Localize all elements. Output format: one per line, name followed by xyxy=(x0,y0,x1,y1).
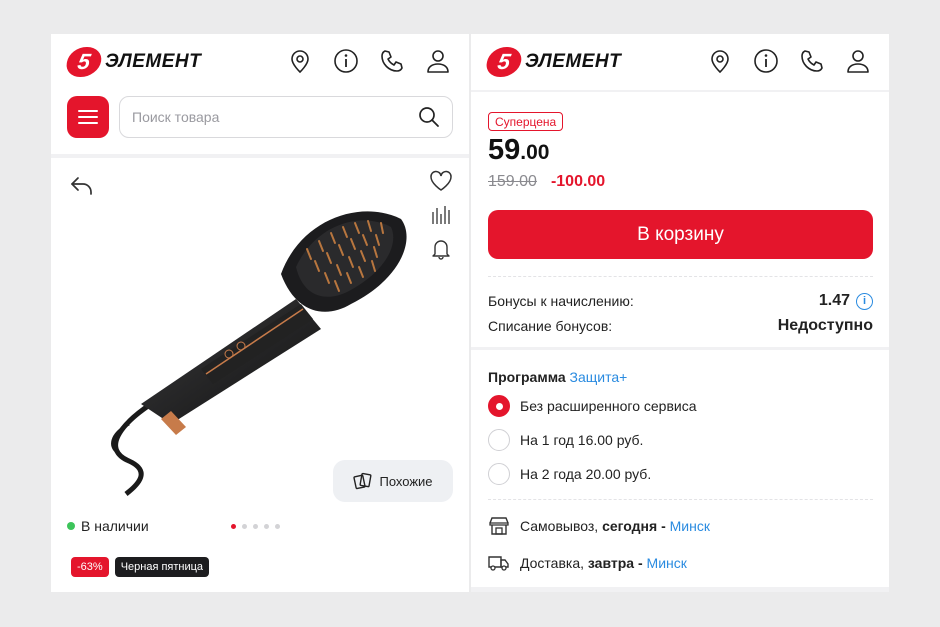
header: 5 ЭЛЕМЕНТ xyxy=(51,34,469,90)
writeoff-label: Списание бонусов: xyxy=(488,318,613,334)
logo-badge: 5 xyxy=(484,47,524,77)
product-gallery-screen: 5 ЭЛЕМЕНТ Поиск товара Похожие В наличии… xyxy=(51,34,469,592)
search-input[interactable] xyxy=(132,109,382,125)
pickup-row: Самовывоз, сегодня - Минск xyxy=(488,516,710,536)
superprice-badge: Суперцена xyxy=(488,112,564,131)
price: 59.00 xyxy=(488,134,549,167)
location-pin-icon[interactable] xyxy=(287,48,313,74)
header-icons xyxy=(707,48,871,74)
radio[interactable] xyxy=(488,429,510,451)
add-to-cart-button[interactable]: В корзину xyxy=(488,210,873,259)
header: 5 ЭЛЕМЕНТ xyxy=(471,34,889,90)
menu-icon-line xyxy=(78,116,98,118)
menu-button[interactable] xyxy=(67,96,109,138)
user-icon[interactable] xyxy=(845,48,871,74)
logo-text: ЭЛЕМЕНТ xyxy=(525,51,622,72)
promo-tags: -63% Черная пятница xyxy=(71,557,210,577)
stock-label: В наличии xyxy=(81,518,149,534)
delivery-label: Доставка, xyxy=(520,555,588,571)
pickup-label: Самовывоз, xyxy=(520,518,603,534)
divider xyxy=(471,347,889,350)
delivery-separator: - xyxy=(634,555,647,571)
delivery-when: завтра xyxy=(587,555,635,571)
price-decimal: .00 xyxy=(520,141,550,164)
phone-icon[interactable] xyxy=(379,48,405,74)
radio[interactable] xyxy=(488,463,510,485)
divider xyxy=(51,154,469,158)
discount-amount: -100.00 xyxy=(550,173,606,190)
divider xyxy=(471,90,889,92)
stock-status: В наличии xyxy=(67,518,149,534)
header-icons xyxy=(287,48,451,74)
location-pin-icon[interactable] xyxy=(707,48,733,74)
logo-text: ЭЛЕМЕНТ xyxy=(105,51,202,72)
divider xyxy=(471,587,889,592)
discount-tag: -63% xyxy=(71,557,109,577)
phone-icon[interactable] xyxy=(799,48,825,74)
gallery-dot[interactable] xyxy=(275,524,280,529)
pickup-when: сегодня xyxy=(602,518,658,534)
radio-selected[interactable] xyxy=(488,395,510,417)
search-box xyxy=(119,96,453,138)
delivery-row: Доставка, завтра - Минск xyxy=(488,553,687,573)
gallery-dot[interactable] xyxy=(242,524,247,529)
gallery-dots[interactable] xyxy=(231,524,280,529)
store-icon xyxy=(489,517,509,535)
price-integer: 59 xyxy=(488,134,521,166)
service-option-label: На 2 года 20.00 руб. xyxy=(520,466,652,482)
delivery-city-link[interactable]: Минск xyxy=(647,555,687,571)
user-icon[interactable] xyxy=(425,48,451,74)
delivery-text: Доставка, завтра - Минск xyxy=(520,555,687,571)
service-option-label: На 1 год 16.00 руб. xyxy=(520,432,644,448)
stock-dot xyxy=(67,522,75,530)
product-image[interactable] xyxy=(81,179,411,499)
service-option[interactable]: Без расширенного сервиса xyxy=(488,395,697,417)
divider xyxy=(488,499,873,500)
bonus-row: Бонусы к начислению: 1.47 i xyxy=(488,292,873,310)
truck-icon xyxy=(488,556,509,571)
writeoff-row: Списание бонусов: Недоступно xyxy=(488,317,873,335)
bonus-label: Бонусы к начислению: xyxy=(488,293,634,309)
old-price-row: 159.00 -100.00 xyxy=(488,173,605,191)
service-program-title: Программа Защита+ xyxy=(488,369,627,385)
product-purchase-screen: 5 ЭЛЕМЕНТ Суперцена 59.00 159.00 -100.00… xyxy=(471,34,889,592)
search-icon[interactable] xyxy=(418,106,440,128)
search-row xyxy=(67,96,453,138)
similar-label: Похожие xyxy=(379,473,433,489)
menu-icon-line xyxy=(78,122,98,124)
service-option-label: Без расширенного сервиса xyxy=(520,398,697,414)
menu-icon-line xyxy=(78,110,98,112)
logo-badge: 5 xyxy=(64,47,104,77)
similar-button[interactable]: Похожие xyxy=(333,460,453,502)
product-actions xyxy=(429,170,453,260)
pickup-city-link[interactable]: Минск xyxy=(670,518,710,534)
program-link[interactable]: Защита+ xyxy=(570,369,628,385)
gallery-dot[interactable] xyxy=(264,524,269,529)
old-price: 159.00 xyxy=(488,173,537,190)
pickup-text: Самовывоз, сегодня - Минск xyxy=(520,518,710,534)
black-friday-tag: Черная пятница xyxy=(114,557,210,577)
info-icon[interactable] xyxy=(333,48,359,74)
bell-icon[interactable] xyxy=(431,238,451,260)
heart-icon[interactable] xyxy=(429,170,453,192)
divider xyxy=(488,276,873,277)
similar-cards-icon xyxy=(353,472,372,490)
service-option[interactable]: На 2 года 20.00 руб. xyxy=(488,463,651,485)
gallery-dot[interactable] xyxy=(231,524,236,529)
pickup-separator: - xyxy=(657,518,670,534)
service-option[interactable]: На 1 год 16.00 руб. xyxy=(488,429,643,451)
logo[interactable]: 5 ЭЛЕМЕНТ xyxy=(484,47,622,77)
bonus-value-wrap: 1.47 i xyxy=(819,292,873,310)
info-icon[interactable] xyxy=(753,48,779,74)
logo[interactable]: 5 ЭЛЕМЕНТ xyxy=(64,47,202,77)
program-label: Программа xyxy=(488,369,566,385)
writeoff-value: Недоступно xyxy=(777,317,873,334)
compare-icon[interactable] xyxy=(431,204,451,226)
gallery-dot[interactable] xyxy=(253,524,258,529)
bonus-info-icon[interactable]: i xyxy=(856,292,873,310)
bonus-value: 1.47 xyxy=(818,292,850,309)
